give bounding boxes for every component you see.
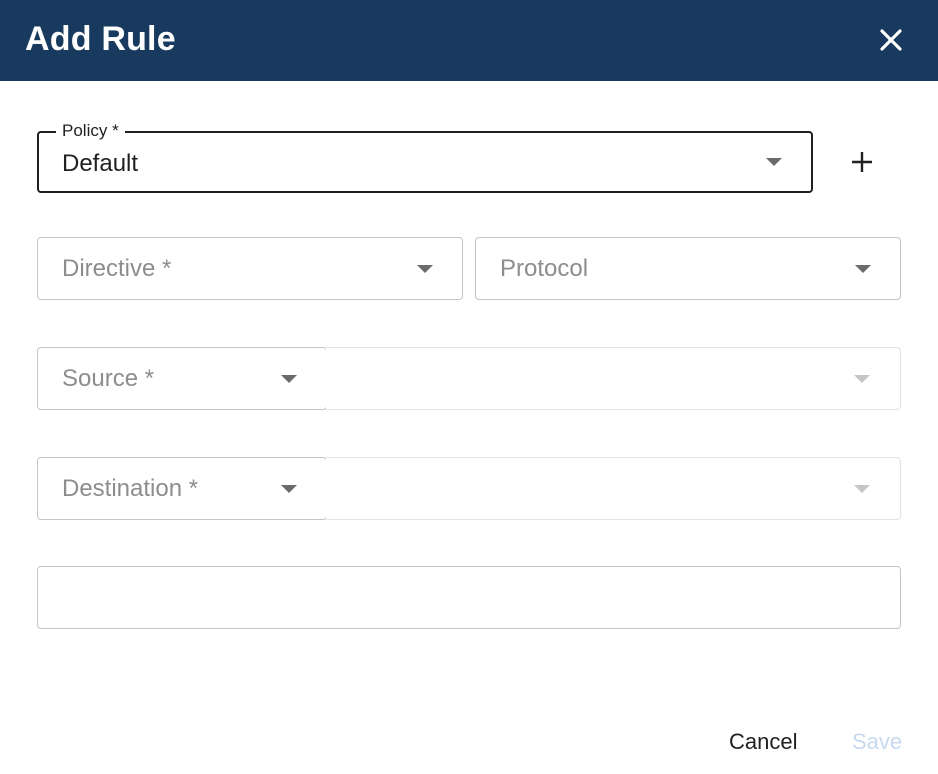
chevron-down-icon [281,374,297,383]
chevron-down-icon [855,264,871,273]
description-input[interactable] [37,566,901,629]
add-rule-dialog: Add Rule Policy * Default Directive * Pr… [0,0,938,774]
chevron-down-icon [854,484,870,493]
policy-label: Policy * [56,121,125,141]
policy-value: Default [62,150,139,177]
cancel-button[interactable]: Cancel [729,729,797,755]
directive-select[interactable]: Directive * [37,237,463,300]
chevron-down-icon [854,374,870,383]
close-icon[interactable] [877,26,905,54]
directive-placeholder: Directive * [62,254,172,282]
plus-icon [852,152,872,172]
add-policy-button[interactable] [848,148,876,176]
chevron-down-icon [281,484,297,493]
source-type-select[interactable]: Source * [37,347,327,410]
policy-select[interactable]: Policy * Default [37,121,813,193]
chevron-down-icon [766,158,782,166]
source-placeholder: Source * [62,364,155,392]
dialog-title: Add Rule [25,20,176,58]
destination-type-select[interactable]: Destination * [37,457,327,520]
protocol-select[interactable]: Protocol [475,237,901,300]
dialog-header: Add Rule [0,0,938,81]
source-value-select[interactable] [326,347,901,410]
save-button[interactable]: Save [852,729,902,755]
chevron-down-icon [417,264,433,273]
destination-value-select[interactable] [326,457,901,520]
protocol-placeholder: Protocol [500,254,589,282]
destination-placeholder: Destination * [62,474,199,502]
